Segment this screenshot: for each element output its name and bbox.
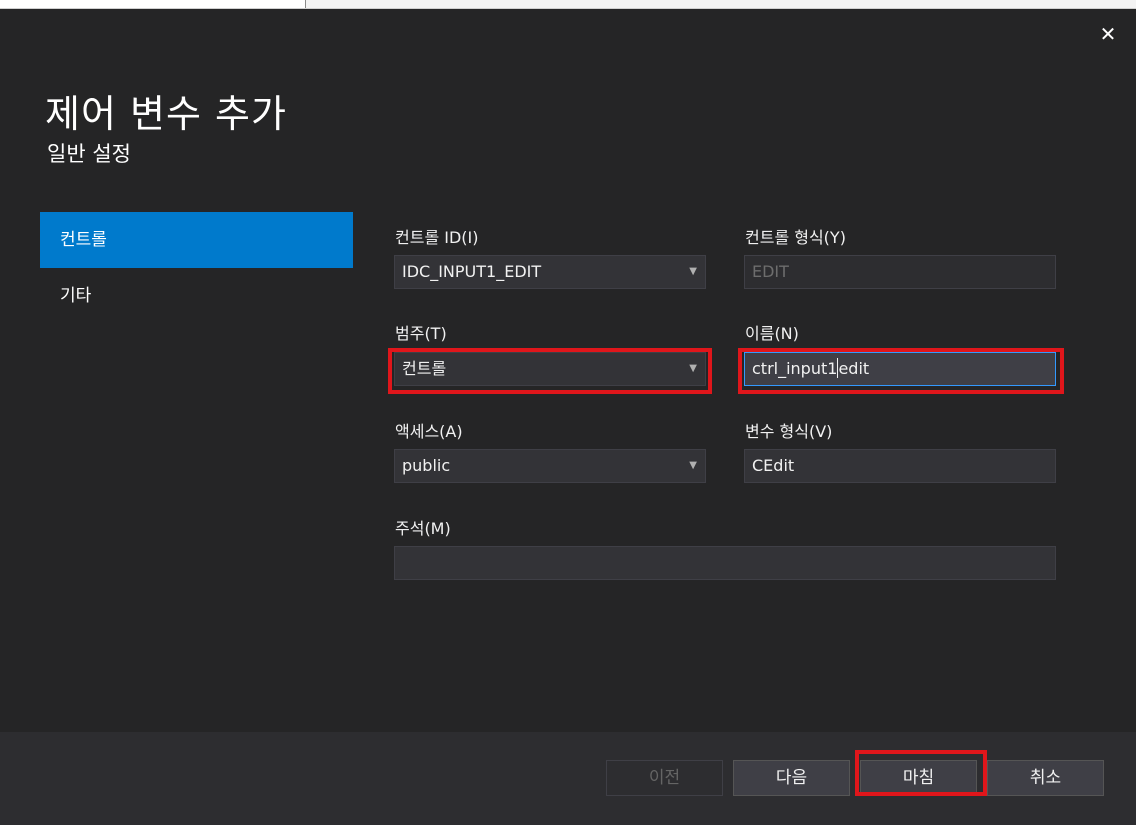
chevron-down-icon: ▼ xyxy=(689,460,697,471)
finish-highlight-box xyxy=(855,750,987,796)
variable-type-input[interactable]: CEdit xyxy=(744,449,1056,483)
name-highlight-box xyxy=(738,348,1064,394)
category-label: 범주(T) xyxy=(395,324,447,343)
sidebar-item-other[interactable]: 기타 xyxy=(40,268,353,324)
name-label: 이름(N) xyxy=(745,324,799,343)
control-type-label: 컨트롤 형식(Y) xyxy=(745,228,846,247)
chevron-down-icon: ▼ xyxy=(689,266,697,277)
background-window-tab xyxy=(0,0,306,8)
close-icon[interactable]: ✕ xyxy=(1096,22,1120,46)
next-button[interactable]: 다음 xyxy=(733,760,850,796)
control-id-label: 컨트롤 ID(I) xyxy=(395,228,479,247)
dialog-title: 제어 변수 추가 xyxy=(45,92,287,136)
background-window-strip xyxy=(0,0,1136,9)
category-highlight-box xyxy=(388,348,712,394)
control-type-field: EDIT xyxy=(744,255,1056,289)
previous-button[interactable]: 이전 xyxy=(606,760,723,796)
control-type-value: EDIT xyxy=(752,262,789,281)
comment-label: 주석(M) xyxy=(395,519,451,538)
control-id-dropdown[interactable]: IDC_INPUT1_EDIT ▼ xyxy=(394,255,706,289)
variable-type-label: 변수 형식(V) xyxy=(745,422,833,441)
control-id-value: IDC_INPUT1_EDIT xyxy=(402,262,542,281)
access-label: 액세스(A) xyxy=(395,422,463,441)
sidebar-item-control[interactable]: 컨트롤 xyxy=(40,212,353,268)
access-dropdown[interactable]: public ▼ xyxy=(394,449,706,483)
cancel-button[interactable]: 취소 xyxy=(987,760,1104,796)
comment-input[interactable] xyxy=(394,546,1056,580)
variable-type-value: CEdit xyxy=(752,456,795,475)
dialog-subtitle: 일반 설정 xyxy=(47,142,131,166)
access-value: public xyxy=(402,456,451,475)
